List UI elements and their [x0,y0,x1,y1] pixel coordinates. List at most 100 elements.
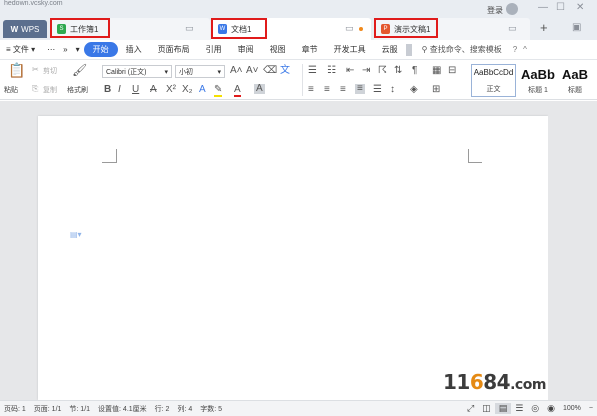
numbering-icon[interactable]: ☷ [327,66,336,76]
wps-home-tab[interactable]: W WPS [3,20,47,38]
page-view-icon[interactable]: ▤ [494,403,512,414]
status-word-count[interactable]: 字数: 5 [196,404,226,414]
paste-button[interactable]: 粘贴 [4,85,18,95]
status-row[interactable]: 行: 2 [151,404,174,414]
font-color-icon[interactable]: A [234,85,241,97]
dropdown-icon[interactable]: ▾ [72,45,84,54]
tab-workbook[interactable]: S 工作簿1 ▭ [50,18,210,40]
grow-font-icon[interactable]: A˄ [230,66,243,76]
login-link[interactable]: 登录 [487,5,503,16]
outline-view-icon[interactable]: ☰ [511,403,527,414]
distributed-icon[interactable]: ☰ [373,85,382,95]
web-view-icon[interactable]: ◎ [527,403,543,414]
close-icon[interactable]: ✕ [576,2,584,13]
watermark-text: 6 [469,370,484,394]
style-preview: AaB [561,67,588,82]
zoom-out-icon[interactable]: − [585,405,597,412]
maximize-icon[interactable]: ☐ [556,2,565,13]
cut-icon[interactable]: ✂ [32,65,39,75]
clear-format-icon[interactable]: ⌫ [263,66,277,76]
bold-icon[interactable]: B [104,85,111,95]
avatar-icon[interactable] [506,3,518,15]
monitor-icon[interactable]: ▭ [508,23,517,34]
watermark-logo: 11684.com [443,370,546,394]
status-page-number[interactable]: 页码: 1 [0,404,30,414]
help-icon[interactable]: ? [510,45,520,54]
tab-presentation[interactable]: P 演示文稿1 ▭ [374,18,530,40]
format-painter-button[interactable]: 格式刷 [67,85,88,95]
style-preview: AaBb [521,67,555,82]
increase-indent-icon[interactable]: ⇥ [362,66,370,76]
paragraph-handle-icon[interactable]: ▤▾ [70,230,82,239]
font-name-select[interactable]: Calibri (正文) ▾ [102,65,172,78]
status-page[interactable]: 页面: 1/1 [30,404,66,414]
document-page[interactable]: ▤▾ [38,116,548,400]
fullscreen-icon[interactable]: ⤢ [463,403,478,414]
underline-icon[interactable]: U [132,85,139,95]
file-menu[interactable]: ≡ 文件 ▾ [0,44,43,55]
search-box[interactable]: ⚲ 查找命令、搜索模板 [412,44,510,55]
text-effect-icon[interactable]: A [199,85,206,95]
align-left-icon[interactable]: ≡ [308,85,314,95]
cut-button[interactable]: 剪切 [43,66,57,76]
borders-icon[interactable]: ⊞ [432,85,440,95]
tab-view[interactable]: 视图 [262,44,294,55]
monitor-icon[interactable]: ▭ [185,23,194,34]
sort-icon[interactable]: ⇅ [394,66,402,76]
tab-home[interactable]: 开始 [83,42,118,57]
quick-access-icon[interactable]: ⋯ [43,45,59,54]
collapse-ribbon-icon[interactable]: ^ [520,45,530,54]
monitor-icon[interactable]: ▭ [345,23,354,34]
margin-marker [102,162,116,163]
align-right-icon[interactable]: ≡ [340,85,346,95]
tab-list-icon[interactable]: ▣ [572,22,581,33]
status-setting[interactable]: 设置值: 4.1厘米 [94,404,151,414]
justify-icon[interactable]: ≡ [355,84,365,94]
read-mode-icon[interactable]: ◫ [478,403,495,414]
phonetic-icon[interactable]: 文 [280,66,290,76]
copy-icon[interactable]: ⎘ [32,84,38,94]
zoom-level[interactable]: 100% [559,405,585,412]
paragraph-settings-icon[interactable]: ▦ [432,66,441,76]
tab-developer[interactable]: 开发工具 [326,44,374,55]
highlight-icon[interactable]: ✎ [214,85,223,97]
more-menu-icon[interactable]: » [59,45,71,54]
bullets-icon[interactable]: ☰ [308,66,317,76]
tab-insert[interactable]: 插入 [118,44,150,55]
shrink-font-icon[interactable]: A˅ [246,66,259,76]
font-name-value: Calibri (正文) [106,68,147,76]
style-heading-1[interactable]: AaBb 标题 1 [517,64,559,97]
tab-review[interactable]: 审阅 [230,44,262,55]
paste-icon[interactable]: 📋 [8,63,25,77]
tab-cloud[interactable]: 云服 [374,44,406,55]
new-tab-button[interactable]: + [540,20,548,35]
italic-icon[interactable]: I [118,85,121,95]
copy-button[interactable]: 复制 [43,85,57,95]
tab-page-layout[interactable]: 页面布局 [150,44,198,55]
style-title[interactable]: AaB 标题 [559,64,591,97]
strikethrough-icon[interactable]: A [150,85,157,95]
minimize-icon[interactable]: — [538,2,548,13]
subscript-icon[interactable]: X₂ [182,85,193,95]
vertical-scrollbar[interactable] [548,101,556,400]
line-spacing-icon[interactable]: ↕ [390,85,395,95]
shading-icon[interactable]: ◈ [410,85,418,95]
format-painter-icon[interactable]: 🖌 [72,64,87,76]
style-normal[interactable]: AaBbCcDd 正文 [471,64,516,97]
style-label: 标题 [568,87,582,94]
show-marks-icon[interactable]: ¶ [412,66,417,76]
tab-sections[interactable]: 章节 [294,44,326,55]
wps-label: WPS [21,24,40,34]
char-shading-icon[interactable]: A [254,84,265,94]
eye-protect-icon[interactable]: ◉ [543,403,559,414]
text-direction-icon[interactable]: ⊟ [448,66,456,76]
superscript-icon[interactable]: X² [166,85,176,95]
tab-document[interactable]: W 文档1 ▭ [211,18,371,40]
chinese-layout-icon[interactable]: ☈ [378,66,387,76]
status-col[interactable]: 列: 4 [173,404,196,414]
tab-references[interactable]: 引用 [198,44,230,55]
decrease-indent-icon[interactable]: ⇤ [346,66,354,76]
status-section[interactable]: 节: 1/1 [65,404,94,414]
font-size-select[interactable]: 小初 ▾ [175,65,225,78]
align-center-icon[interactable]: ≡ [324,85,330,95]
